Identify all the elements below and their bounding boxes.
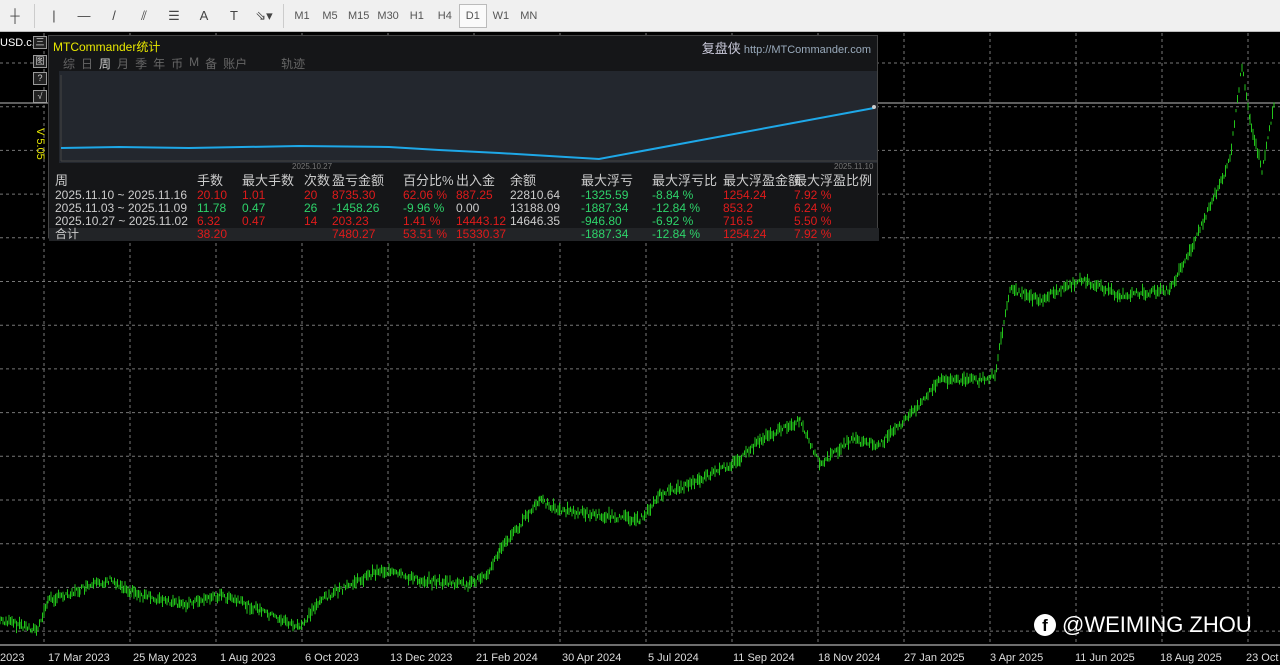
x-axis-label: 30 Apr 2024	[562, 652, 622, 664]
column-header: 余额	[510, 173, 537, 188]
column-header: 百分比%	[403, 173, 454, 188]
column-header: 盈亏金额	[332, 173, 385, 188]
x-axis-label: 3 Apr 2025	[990, 652, 1044, 664]
x-axis-label: 21 Feb 2024	[476, 652, 538, 664]
equity-chart	[59, 71, 877, 163]
x-axis-label: 11 Jun 2025	[1075, 652, 1135, 664]
table-cell: 1254.24	[723, 227, 767, 241]
panel-tab[interactable]: 币	[171, 55, 183, 72]
panel-tab[interactable]: 账户	[223, 55, 247, 72]
table-cell: -12.84 %	[652, 227, 701, 241]
symbol-label: USD.c,	[0, 37, 35, 49]
column-header: 手数	[197, 173, 224, 188]
timeframe-d1[interactable]: D1	[458, 3, 487, 28]
panel-tab[interactable]: 轨迹	[281, 55, 305, 72]
facebook-icon: f	[1034, 614, 1056, 636]
x-axis-label: 25 May 2023	[133, 652, 197, 664]
panel-tab[interactable]: 月	[117, 55, 129, 72]
table-cell: 53.51 %	[403, 227, 448, 241]
x-axis-label: 18 Nov 2024	[818, 652, 881, 664]
fibonacci-icon[interactable]: ⫽	[131, 4, 157, 28]
watermark-text: @WEIMING ZHOU	[1062, 612, 1252, 637]
vertical-line-icon[interactable]: |	[41, 4, 67, 28]
equity-end-marker	[872, 105, 876, 109]
panel-tab[interactable]: 季	[135, 55, 147, 72]
total-row: 合计 38.20 7480.27 53.51 % 15330.37 -1887.34 -12…	[49, 228, 879, 241]
table-cell: 38.20	[197, 227, 228, 241]
x-axis-label: 23 Oct	[1246, 652, 1279, 664]
column-header: 次数	[304, 173, 331, 188]
url-link[interactable]: http://MTCommander.com	[744, 44, 871, 56]
timeframe-m15[interactable]: M15	[344, 4, 373, 28]
equity-line	[60, 107, 875, 161]
equity-date-start: 2025.10.27	[292, 162, 333, 171]
table-header: 周 手数 最大手数 次数 盈亏金额 百分比% 出入金 余额 最大浮亏 最大浮亏比 最大浮盈金额 最大浮…	[49, 174, 879, 187]
column-header: 最大浮亏比	[652, 173, 718, 188]
panel-tab[interactable]: 日	[81, 55, 93, 72]
timeframe-m30[interactable]: M30	[373, 4, 402, 28]
table-cell: 14	[304, 214, 318, 228]
chart-toggle-icon[interactable]: 图	[33, 55, 47, 68]
menu-icon[interactable]: 三	[33, 36, 47, 49]
x-axis-label: 17 Mar 2023	[48, 652, 110, 664]
equity-date-end: 2025.11.10	[834, 162, 874, 171]
column-header: 最大浮盈金额	[723, 173, 802, 188]
timeframe-mn[interactable]: MN	[515, 4, 543, 28]
timeframe-h1[interactable]: H1	[403, 4, 431, 28]
brand-label: 复盘侠	[701, 41, 741, 56]
fibo-lines-icon[interactable]: ☰	[161, 4, 187, 28]
table-cell: 7.92 %	[794, 227, 832, 241]
panel-title: MTCommander统计	[53, 40, 161, 54]
separator	[34, 3, 35, 28]
timeframe-h4[interactable]: H4	[431, 4, 459, 28]
toolbar: ┼ | — / ⫽ ☰ A T ⇘▾ M1 M5 M15 M30 H1 H4 D1 W1 MN	[0, 0, 1280, 32]
text-label-icon[interactable]: T	[221, 4, 247, 28]
crosshair-icon[interactable]: ┼	[2, 4, 28, 28]
x-axis-label: 6 Oct 2023	[305, 652, 359, 664]
timeframe-m5[interactable]: M5	[316, 4, 344, 28]
column-header: 出入金	[456, 173, 496, 188]
timeframe-m1[interactable]: M1	[288, 4, 316, 28]
table-cell: 0.47	[242, 214, 266, 228]
x-axis-label: 13 Dec 2023	[390, 652, 453, 664]
arrows-icon[interactable]: ⇘▾	[251, 4, 277, 28]
panel-tab[interactable]: 备	[205, 55, 217, 72]
check-icon[interactable]: √	[33, 90, 47, 103]
horizontal-line-icon[interactable]: —	[71, 4, 97, 28]
column-header: 最大浮盈比例	[794, 173, 873, 188]
table-cell: 14646.35	[510, 214, 561, 228]
help-icon[interactable]: ?	[33, 72, 47, 85]
column-header: 最大浮亏	[581, 173, 634, 188]
x-axis-label: 1 Aug 2023	[220, 652, 276, 664]
x-axis-label: 27 Jan 2025	[904, 652, 965, 664]
panel-tab[interactable]: M	[189, 55, 199, 72]
timeframe-w1[interactable]: W1	[487, 4, 515, 28]
stats-panel: MTCommander统计 复盘侠 http://MTCommander.com…	[48, 35, 879, 241]
table-cell: 7480.27	[332, 227, 376, 241]
table-cell: 合计	[55, 227, 80, 241]
x-axis-label: 18 Aug 2025	[1160, 652, 1222, 664]
panel-tabs: 综日周月季年币 M 备账户 轨迹	[63, 55, 311, 72]
text-icon[interactable]: A	[191, 4, 217, 28]
table-cell: 15330.37	[456, 227, 507, 241]
watermark: f @WEIMING ZHOU	[1034, 612, 1252, 638]
panel-tab[interactable]: 周	[99, 55, 111, 72]
trend-line-icon[interactable]: /	[101, 4, 127, 28]
separator	[283, 3, 284, 28]
x-axis-label: 11 Sep 2024	[733, 652, 795, 664]
x-axis-label: 5 Jul 2024	[648, 652, 699, 664]
version-label: V 5.05	[34, 128, 46, 160]
panel-tab[interactable]: 年	[153, 55, 165, 72]
x-axis-label: 2023	[0, 652, 25, 664]
column-header: 最大手数	[242, 173, 295, 188]
panel-link[interactable]: 复盘侠 http://MTCommander.com	[702, 38, 871, 57]
table-cell: -1887.34	[581, 227, 629, 241]
panel-tab[interactable]: 综	[63, 55, 75, 72]
column-header: 周	[55, 173, 69, 188]
